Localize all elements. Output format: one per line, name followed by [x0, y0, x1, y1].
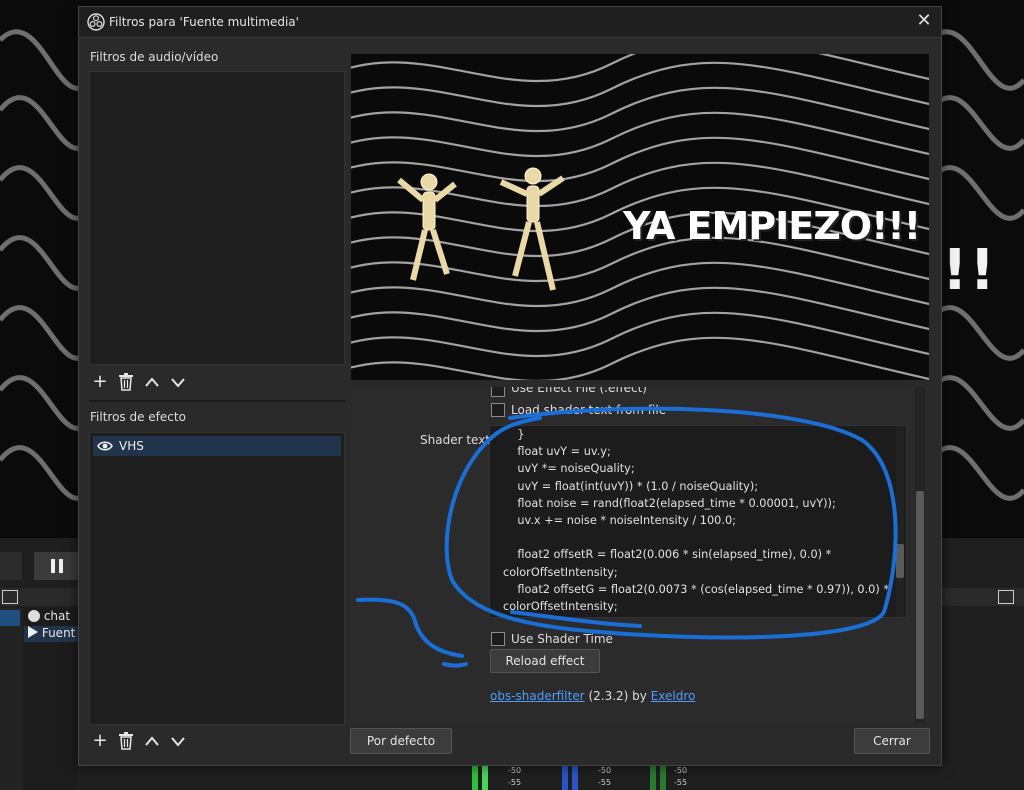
author-link[interactable]: Exeldro	[651, 689, 696, 703]
properties-scrollbar-thumb[interactable]	[916, 491, 924, 719]
browser-source-icon	[28, 610, 40, 622]
properties-panel: Use Effect File (.effect) Load shader te…	[351, 387, 929, 723]
shader-code-line: }	[503, 428, 525, 441]
close-icon[interactable]: ✕	[913, 10, 935, 32]
move-up-icon[interactable]	[144, 735, 160, 747]
shader-text-editor[interactable]: } float uvY = uv.y; uvY *= noiseQuality;…	[489, 425, 907, 618]
preview-overlay-text: YA EMPIEZO!!!	[623, 204, 921, 248]
move-up-icon[interactable]	[144, 376, 160, 388]
filter-name: VHS	[119, 439, 144, 453]
background-source-chat-label: chat	[43, 609, 71, 623]
background-exclaim-text: !!	[942, 238, 998, 303]
shader-code-line: colorOffsetIntensity;	[503, 600, 618, 613]
add-icon[interactable]: +	[91, 732, 109, 750]
close-button[interactable]: Cerrar	[854, 728, 930, 754]
shader-code-line: colorOffsetIntensity;	[503, 565, 618, 579]
use-effect-file-checkbox[interactable]	[491, 387, 505, 397]
preview-canvas: YA EMPIEZO!!!	[351, 54, 929, 380]
plugin-credit: obs-shaderfilter (2.3.2) by Exeldro	[490, 689, 695, 703]
shader-code: } float uvY = uv.y; uvY *= noiseQuality;…	[503, 426, 893, 617]
meter-label: -55	[598, 778, 612, 787]
filter-row-vhs[interactable]: VHS	[93, 436, 341, 456]
title-bar: Filtros para 'Fuente multimedia' ✕	[79, 7, 941, 38]
plugin-version: (2.3.2) by	[588, 689, 647, 703]
audio-meter: -50 -55	[648, 766, 688, 790]
audio-meter: -50 -55	[560, 766, 611, 790]
meter-label: -55	[508, 778, 522, 787]
load-shader-file-label: Load shader text from file	[511, 403, 667, 417]
obs-logo-icon	[87, 13, 105, 31]
audio-meter: -50 -55	[470, 766, 521, 790]
meter-label: -50	[508, 766, 522, 775]
effect-filters-label: Filtros de efecto	[90, 410, 186, 424]
trash-icon[interactable]	[118, 732, 134, 750]
audio-video-filters-list[interactable]	[89, 71, 345, 365]
use-effect-file-label: Use Effect File (.effect)	[511, 387, 647, 395]
filters-dialog: Filtros para 'Fuente multimedia' ✕ Filtr…	[78, 6, 942, 766]
shader-code-line: uvY = float(int(uvY)) * (1.0 / noiseQual…	[503, 479, 759, 493]
eye-icon[interactable]	[97, 440, 113, 452]
background-source-media[interactable]: Fuent	[28, 626, 75, 642]
shader-text-label: Shader text	[420, 433, 491, 447]
plugin-link[interactable]: obs-shaderfilter	[490, 689, 585, 703]
audio-video-filters-label: Filtros de audio/vídeo	[90, 50, 219, 64]
move-down-icon[interactable]	[170, 376, 186, 388]
popout-icon[interactable]	[998, 590, 1014, 604]
background-source-chat[interactable]: chat	[28, 609, 70, 625]
use-shader-time-checkbox[interactable]	[491, 632, 505, 646]
editor-scrollbar[interactable]	[896, 426, 904, 617]
shader-code-line: float noise = rand(float2(elapsed_time *…	[503, 496, 836, 510]
shader-code-line: float2 offsetG = float2(0.0073 * (cos(el…	[503, 582, 889, 596]
popout-icon[interactable]	[2, 590, 18, 604]
load-shader-file-checkbox[interactable]	[491, 403, 505, 417]
use-shader-time-label: Use Shader Time	[511, 632, 613, 646]
editor-scrollbar-thumb[interactable]	[896, 544, 904, 578]
meter-label: -50	[598, 766, 612, 775]
trash-icon[interactable]	[118, 373, 134, 391]
shader-code-line: float uvY = uv.y;	[503, 445, 611, 459]
dialog-title: Filtros para 'Fuente multimedia'	[109, 15, 299, 29]
play-icon	[28, 626, 38, 638]
reload-effect-button[interactable]: Reload effect	[490, 649, 600, 673]
add-icon[interactable]: +	[91, 373, 109, 391]
properties-scrollbar[interactable]	[915, 387, 925, 723]
background-source-media-label: Fuent	[41, 626, 76, 640]
meter-label: -50	[674, 766, 688, 775]
shader-code-line: uvY *= noiseQuality;	[503, 462, 635, 476]
meter-label: -55	[674, 778, 688, 787]
shader-code-line: float2 offsetR = float2(0.006 * sin(elap…	[503, 548, 832, 562]
defaults-button[interactable]: Por defecto	[350, 728, 452, 754]
move-down-icon[interactable]	[170, 735, 186, 747]
section-divider	[89, 400, 345, 402]
effect-filters-list[interactable]: VHS	[89, 432, 345, 725]
shader-code-line: uv.x += noise * noiseIntensity / 100.0;	[503, 514, 736, 527]
